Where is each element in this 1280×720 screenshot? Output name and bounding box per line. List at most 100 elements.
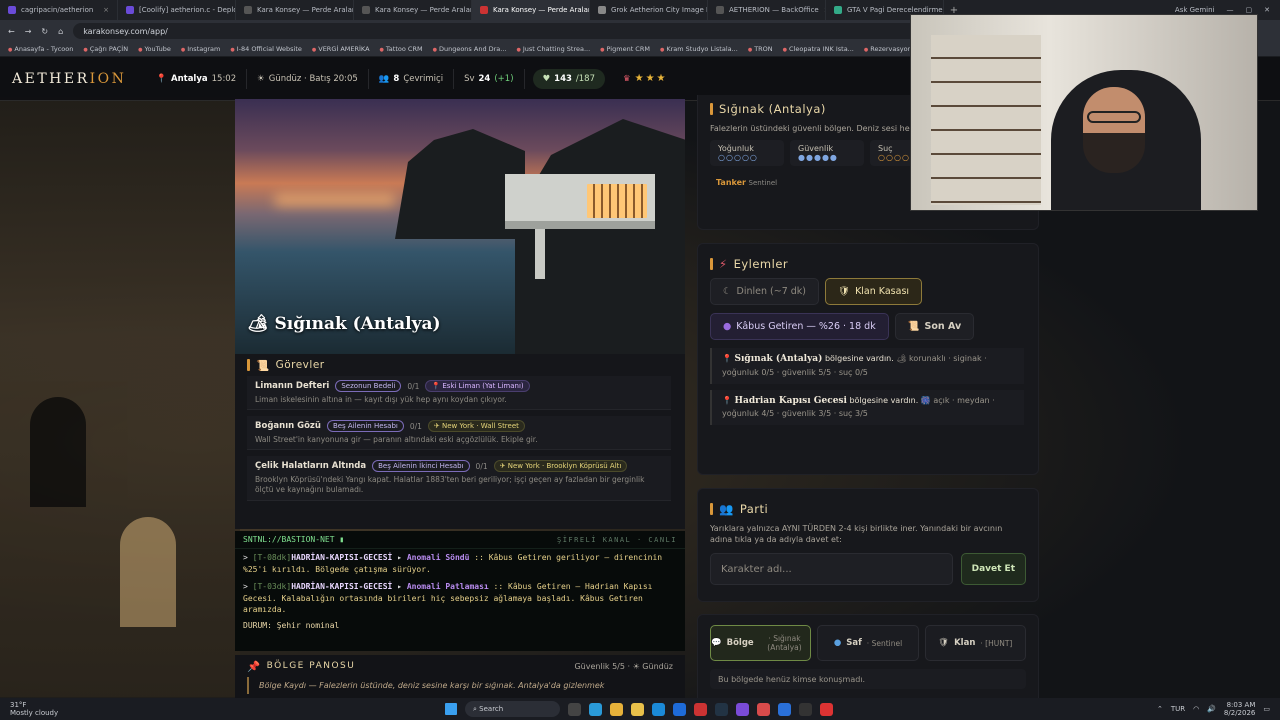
orb-icon: ● — [723, 321, 732, 332]
terminal-line: > [T-08dk]HADRİAN-KAPISI-GECESİ ▸ Anomal… — [243, 553, 663, 574]
url-field[interactable]: karakonsey.com/app/ — [73, 23, 974, 39]
invite-button[interactable]: Davet Et — [960, 553, 1026, 586]
castle-arch — [30, 397, 86, 507]
bookmark[interactable]: Dungeons And Dra... — [433, 45, 507, 53]
github-icon — [8, 6, 16, 14]
browser-tab-active[interactable]: Kara Konsey — Perde Aralanıyo× — [472, 0, 590, 20]
sunset-glow — [275, 194, 395, 206]
forward-icon[interactable]: → — [25, 27, 32, 36]
shield-icon: 🛡 — [838, 286, 851, 297]
last-hunt-button[interactable]: 📜 Son Av — [894, 313, 975, 340]
app-icon[interactable] — [694, 702, 707, 716]
minimize-icon[interactable]: — — [1227, 6, 1234, 14]
app-icon[interactable] — [757, 702, 770, 716]
bookmark[interactable]: Tattoo CRM — [380, 45, 423, 53]
task-location[interactable]: ✈ New York · Wall Street — [427, 420, 525, 433]
wifi-icon[interactable]: ◠ — [1193, 705, 1199, 713]
chat-tab-faction[interactable]: ● Saf · Sentinel — [817, 625, 919, 661]
task-item[interactable]: Çelik Halatların Altında Beş Ailenin İkin… — [247, 456, 671, 501]
rank-chip: ♛ ★★★ — [623, 73, 668, 84]
heart-icon: ♥ — [542, 73, 551, 84]
volume-icon[interactable]: 🔊 — [1207, 705, 1216, 713]
chat-panel: 💬 Bölge · Sığınak (Antalya) ● Saf · Sentinel… — [697, 614, 1039, 698]
bookmark[interactable]: Instagram — [181, 45, 220, 53]
party-description: Yarıklara yalnızca AYNI TÜRDEN 2-4 kişi … — [710, 524, 1003, 545]
terminal-line: > [T-03dk]HADRİAN-KAPISI-GECESİ ▸ Anomal… — [243, 582, 653, 615]
close-window-icon[interactable]: ✕ — [1264, 6, 1270, 14]
task-view-icon[interactable] — [568, 702, 581, 716]
edge-icon[interactable] — [589, 702, 602, 716]
back-icon[interactable]: ← — [8, 27, 15, 36]
task-tag: Beş Ailenin Hesabı — [326, 420, 404, 433]
task-item[interactable]: Limanın Defteri Sezonun Bedeli 0/1 📍 Eski L… — [247, 376, 671, 411]
notification-icon[interactable]: ▭ — [1263, 705, 1270, 713]
bookmark[interactable]: I-84 Official Website — [230, 45, 302, 53]
clan-vault-button[interactable]: 🛡 Klan Kasası — [825, 278, 923, 305]
task-location[interactable]: 📍 Eski Liman (Yat Limanı) — [425, 380, 530, 392]
streamer-glasses — [1087, 111, 1141, 123]
terminal-icon[interactable] — [799, 702, 812, 716]
reload-icon[interactable]: ↻ — [41, 27, 48, 36]
bookmark[interactable]: Pigment CRM — [600, 45, 650, 53]
castle-background — [0, 97, 240, 697]
close-icon[interactable]: × — [103, 6, 109, 14]
browser-tab[interactable]: Kara Konsey — Perde Aralanıyo× — [236, 0, 354, 20]
bookmark[interactable]: VERGİ AMERİKA — [312, 45, 369, 53]
bookmark[interactable]: YouTube — [138, 45, 170, 53]
stat-security: Güvenlik ●●●●● — [790, 140, 864, 167]
zone-hero-image: 🏕 Sığınak (Antalya) — [235, 99, 685, 354]
task-item[interactable]: Boğanın Gözü Beş Ailenin Hesabı 0/1 ✈ New Y… — [247, 416, 671, 451]
villa-window — [587, 184, 647, 218]
weather-widget[interactable]: 31°F Mostly cloudy — [10, 701, 58, 718]
villa-pillar — [535, 229, 545, 279]
start-icon[interactable] — [445, 703, 457, 715]
app-icon[interactable] — [736, 702, 749, 716]
browser-tab[interactable]: [Coolify] aetherion.c - Deploy× — [118, 0, 236, 20]
gemini-button[interactable]: Ask Gemini — [1175, 6, 1215, 14]
windows-taskbar: 31°F Mostly cloudy ⌕ Search ⌃ TUR ◠ 🔊 8:0… — [0, 698, 1280, 720]
boss-button[interactable]: ● Kâbus Getiren — %26 · 18 dk — [710, 313, 889, 340]
bolt-icon: ⚡ — [719, 257, 728, 271]
daytime-chip: ☀ Gündüz · Batış 20:05 — [247, 68, 369, 89]
browser-tab[interactable]: Kara Konsey — Perde Aralanıyo× — [354, 0, 472, 20]
clock[interactable]: 8:03 AM 8/2/2026 — [1224, 701, 1255, 718]
maximize-icon[interactable]: ▢ — [1246, 6, 1253, 14]
character-name-input[interactable] — [710, 553, 953, 586]
sun-icon: ☀ — [257, 73, 265, 84]
browser-tab[interactable]: AETHERION — BackOffice× — [708, 0, 826, 20]
coolify-icon — [126, 6, 134, 14]
chat-tab-zone[interactable]: 💬 Bölge · Sığınak (Antalya) — [710, 625, 812, 661]
bookmark[interactable]: Cleopatra INK Ista... — [783, 45, 854, 53]
task-tag: Beş Ailenin İkinci Hesabı — [372, 460, 470, 473]
steam-icon[interactable] — [715, 702, 728, 716]
bookmark[interactable]: TRON — [748, 45, 772, 53]
bookmark[interactable]: Anasayfa - Tycoon — [8, 45, 73, 53]
home-icon[interactable]: ⌂ — [58, 27, 63, 36]
zone-log: Bölge Kaydı — Falezlerin üstünde, deniz … — [247, 677, 673, 694]
online-chip[interactable]: 👥 8 Çevrimiçi — [369, 68, 455, 89]
chrome-icon[interactable] — [610, 702, 623, 716]
location-chip[interactable]: 📍 Antalya 15:02 — [146, 68, 248, 89]
pin-icon: 📍 — [156, 73, 167, 84]
taskbar-search[interactable]: ⌕ Search — [465, 701, 560, 717]
bookmark[interactable]: Just Chatting Strea... — [517, 45, 590, 53]
browser-tab[interactable]: Grok Aetherion City Image Pro× — [590, 0, 708, 20]
task-location[interactable]: ✈ New York · Brooklyn Köprüsü Altı — [493, 460, 628, 473]
skype-icon[interactable] — [652, 702, 665, 716]
bookmark[interactable]: Çağrı PAÇİN — [83, 45, 128, 53]
chat-tab-clan[interactable]: 🛡 Klan · [HUNT] — [924, 625, 1026, 661]
heading-accent — [710, 258, 713, 270]
folder-icon[interactable] — [631, 702, 644, 716]
game-logo[interactable]: AETHERION — [12, 71, 126, 87]
browser-tab[interactable]: cagripacin/aetherion × — [0, 0, 118, 20]
app-icon[interactable] — [778, 702, 791, 716]
app-icon[interactable] — [673, 702, 686, 716]
task-tag: Sezonun Bedeli — [335, 380, 402, 392]
chevron-up-icon[interactable]: ⌃ — [1157, 705, 1163, 713]
bookmark[interactable]: Kram Studyo Listala... — [660, 45, 737, 53]
terminal-title: SNTNL://BASTION-NET ▮ — [243, 535, 345, 544]
site-icon — [244, 6, 252, 14]
rest-button[interactable]: ☾ Dinlen (~7 dk) — [710, 278, 819, 305]
language-indicator[interactable]: TUR — [1171, 705, 1185, 713]
app-icon[interactable] — [820, 702, 833, 716]
